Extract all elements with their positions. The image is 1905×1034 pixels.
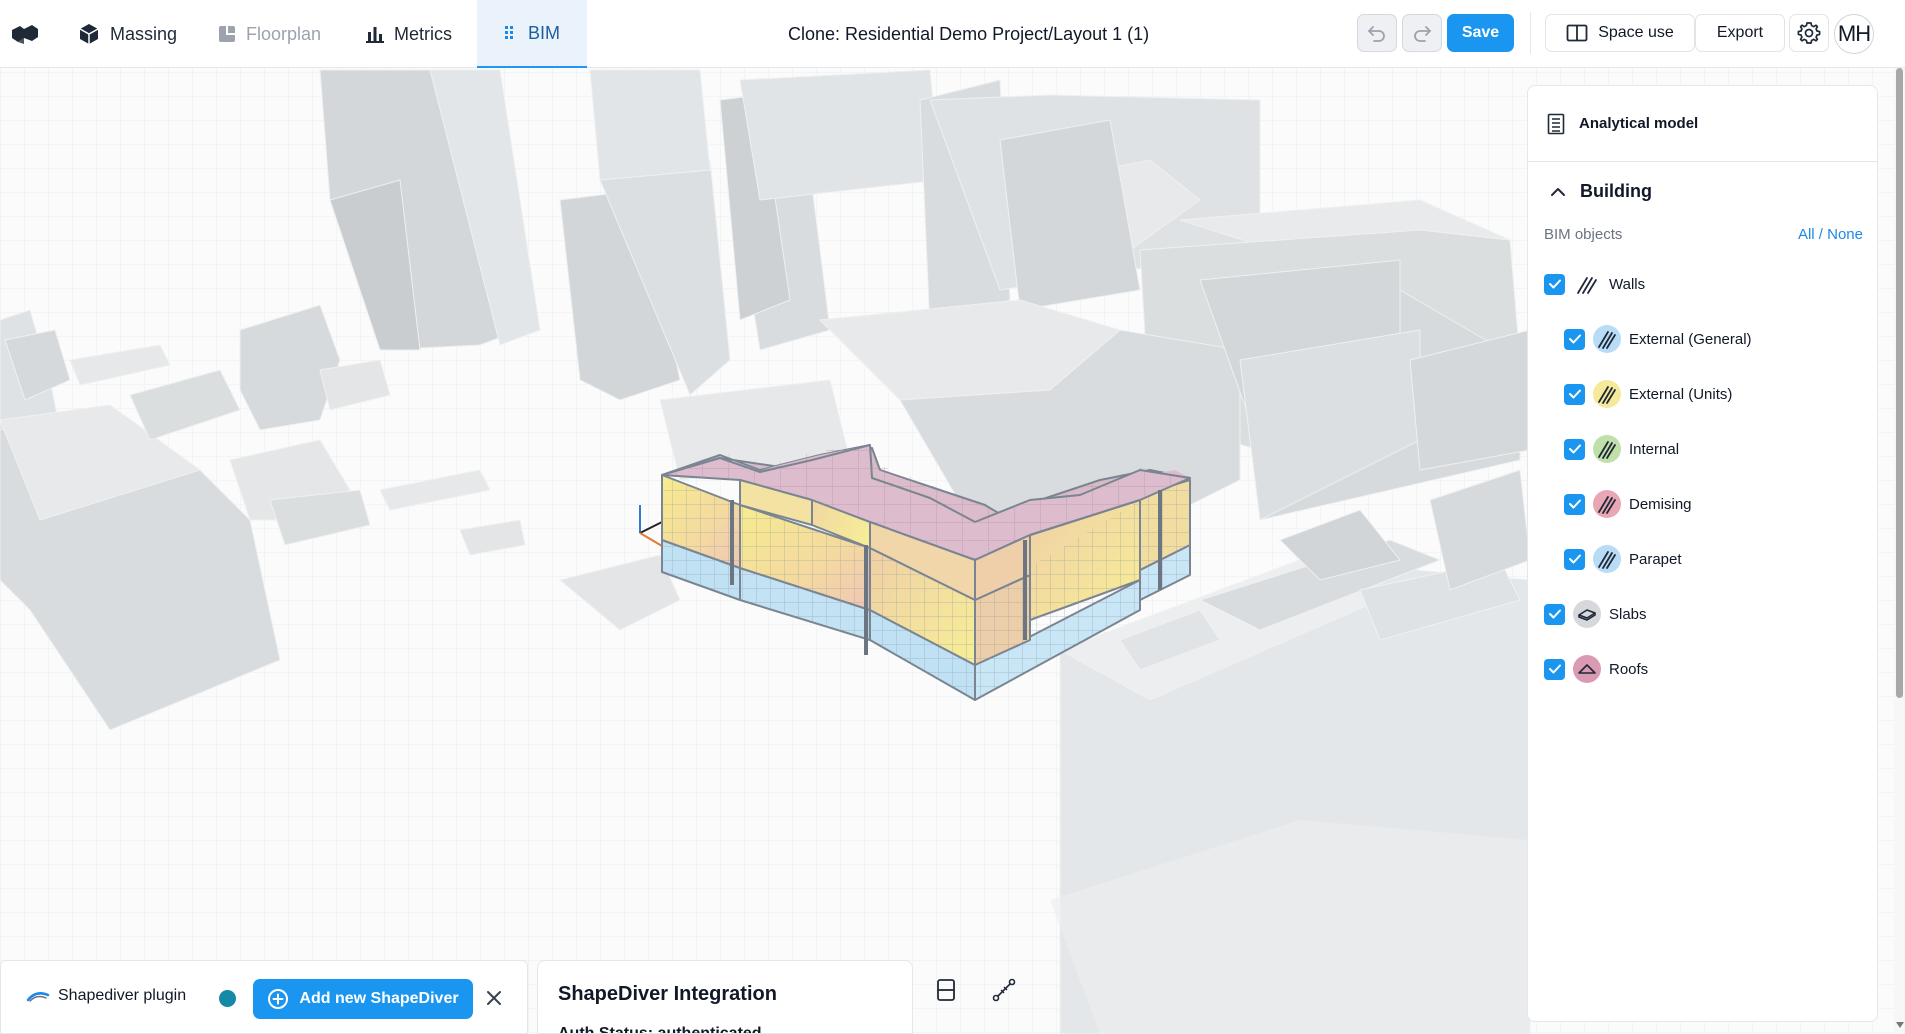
external-general-checkbox[interactable] [1564,328,1585,350]
project-title: Clone: Residential Demo Project/Layout 1… [788,23,1150,44]
bim-item-walls[interactable]: Walls [1544,270,1645,298]
building-list-icon [1547,113,1565,134]
wall-hatch-icon [1593,380,1621,408]
check-icon [1568,389,1581,399]
wall-hatch-icon [1593,545,1621,573]
walls-label: Walls [1609,275,1646,293]
close-icon[interactable] [483,987,505,1009]
floorplan-icon [219,26,235,42]
external-general-label: External (General) [1629,330,1752,348]
undo-button[interactable] [1357,14,1397,52]
building-section-title: Building [1580,181,1652,201]
roofs-checkbox[interactable] [1544,658,1565,680]
slab-icon [1573,600,1601,628]
save-button[interactable]: Save [1447,14,1514,52]
walls-checkbox[interactable] [1544,273,1565,295]
bar-chart-icon [366,27,384,43]
plus-circle-icon [268,989,289,1009]
plugin-status-dot [219,990,236,1007]
demising-label: Demising [1629,495,1692,513]
check-icon [1568,554,1581,564]
toolbar-divider [1530,12,1531,54]
external-units-checkbox[interactable] [1564,383,1585,405]
page-scrollbar[interactable] [1894,68,1905,1034]
bim-item-parapet[interactable]: Parapet [1564,545,1682,573]
redo-icon [1414,26,1431,42]
bim-item-roofs[interactable]: Roofs [1544,655,1648,683]
wall-hatch-icon [1593,325,1621,353]
walls-icon [1573,270,1601,298]
external-units-label: External (Units) [1629,385,1733,403]
parapet-checkbox[interactable] [1564,548,1585,570]
check-icon [1548,609,1561,619]
tab-metrics-label: Metrics [394,23,452,44]
tab-bim-label: BIM [528,22,561,43]
shapediver-card-title: ShapeDiver Integration [558,983,777,1005]
tab-floorplan[interactable]: Floorplan [218,0,321,68]
bim-item-demising[interactable]: Demising [1564,490,1692,518]
tab-massing[interactable]: Massing [78,0,177,68]
bim-icon [505,26,513,39]
shapediver-integration-card: ShapeDiver Integration Auth Status: auth… [537,960,913,1034]
demising-checkbox[interactable] [1564,493,1585,515]
roof-icon [1573,655,1601,683]
analytical-model-panel: Analytical model Building BIM objects Al… [1527,85,1878,1022]
top-toolbar: Massing Floorplan Metrics BIM Clone: Res… [0,0,1905,68]
check-icon [1568,334,1581,344]
auth-status-text: Auth Status: authenticated [558,1025,762,1034]
add-shapediver-button[interactable]: Add new ShapeDiver [253,979,473,1019]
panel-header[interactable]: Analytical model [1528,86,1877,162]
export-button[interactable]: Export [1695,14,1785,52]
plugin-bar: Shapediver plugin Add new ShapeDiver [0,960,528,1034]
check-icon [1548,279,1561,289]
section-tool-button[interactable] [926,970,966,1010]
internal-label: Internal [1629,440,1680,458]
bim-item-internal[interactable]: Internal [1564,435,1679,463]
scroll-down-arrow-icon[interactable] [1896,1022,1904,1028]
plugin-name-label: Shapediver plugin [58,987,187,1004]
building-section-toggle[interactable]: Building [1550,181,1652,202]
bim-item-external-general[interactable]: External (General) [1564,325,1752,353]
internal-checkbox[interactable] [1564,438,1585,460]
measure-tool-button[interactable] [984,970,1024,1010]
chevron-up-icon [1551,187,1565,196]
add-shapediver-label: Add new ShapeDiver [299,990,459,1007]
all-none-toggle[interactable]: All / None [1798,226,1863,243]
bim-item-external-units[interactable]: External (Units) [1564,380,1732,408]
roofs-label: Roofs [1609,660,1649,678]
export-label: Export [1716,24,1764,41]
redo-button[interactable] [1402,14,1442,52]
user-avatar[interactable]: MH [1834,14,1874,54]
settings-button[interactable] [1789,14,1829,52]
section-box-icon [937,979,955,1001]
shapediver-logo-icon [26,992,50,1002]
bim-item-slabs[interactable]: Slabs [1544,600,1647,628]
scrollbar-thumb[interactable] [1896,68,1903,698]
wall-hatch-icon [1593,490,1621,518]
wall-hatch-icon [1593,435,1621,463]
check-icon [1548,664,1561,674]
cube-icon [79,24,99,44]
slabs-checkbox[interactable] [1544,603,1565,625]
parapet-label: Parapet [1629,550,1682,568]
slabs-label: Slabs [1609,605,1647,623]
space-use-label: Space use [1598,24,1674,41]
measure-icon [992,978,1016,1002]
check-icon [1568,499,1581,509]
book-open-icon [1566,24,1588,42]
check-icon [1568,444,1581,454]
tab-bim[interactable]: BIM [477,0,588,68]
bim-objects-label: BIM objects [1544,226,1623,243]
shapediver-plugin-item[interactable]: Shapediver plugin [26,987,186,1005]
app-logo-icon[interactable] [10,20,40,48]
tab-metrics[interactable]: Metrics [366,0,452,68]
undo-icon [1368,26,1385,42]
tab-massing-label: Massing [110,23,178,44]
gear-icon [1797,22,1821,44]
space-use-button[interactable]: Space use [1545,14,1695,52]
panel-header-label: Analytical model [1579,115,1699,132]
tab-floorplan-label: Floorplan [246,23,322,44]
